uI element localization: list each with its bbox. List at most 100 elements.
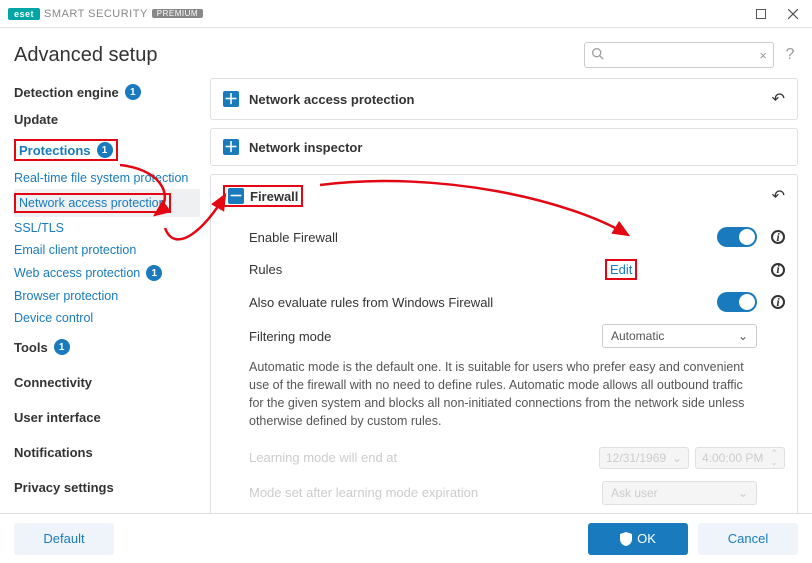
chevron-down-icon: ⌄: [738, 329, 748, 343]
cancel-button[interactable]: Cancel: [698, 523, 798, 555]
collapse-icon[interactable]: －: [228, 188, 244, 204]
logo-group: eset SMART SECURITY PREMIUM: [8, 8, 203, 20]
sidebar-item-label: Tools: [14, 340, 48, 355]
sidebar-item-label: Notifications: [14, 445, 93, 460]
sidebar-item-user-interface[interactable]: User interface: [14, 404, 200, 431]
content: ＋ Network access protection ↶ ＋ Network …: [200, 78, 812, 548]
premium-badge: PREMIUM: [152, 9, 203, 18]
page-header: Advanced setup × ?: [0, 28, 812, 78]
undo-icon[interactable]: ↶: [772, 89, 785, 109]
sidebar: Detection engine 1 Update Protections 1 …: [0, 78, 200, 548]
learning-end-date: 12/31/1969⌄: [599, 447, 689, 469]
row-label: Mode set after learning mode expiration: [223, 485, 478, 500]
chevron-down-icon: ⌄: [672, 451, 682, 465]
page-title: Advanced setup: [14, 44, 157, 67]
info-icon[interactable]: i: [771, 295, 785, 309]
sidebar-item-label: SSL/TLS: [14, 221, 64, 235]
sidebar-item-label: User interface: [14, 410, 101, 425]
titlebar: eset SMART SECURITY PREMIUM: [0, 0, 812, 28]
sidebar-item-label: Device control: [14, 311, 93, 325]
sidebar-item-realtime[interactable]: Real-time file system protection: [14, 167, 200, 189]
expand-icon[interactable]: ＋: [223, 139, 239, 155]
section-header[interactable]: － Firewall ↶: [211, 175, 797, 217]
ok-button[interactable]: OK: [588, 523, 688, 555]
search-clear-icon[interactable]: ×: [759, 48, 767, 63]
section-title: Network inspector: [249, 140, 362, 155]
sidebar-item-device-control[interactable]: Device control: [14, 307, 200, 329]
window-close-button[interactable]: [778, 3, 808, 25]
toggle-also-evaluate[interactable]: [717, 292, 757, 312]
info-icon[interactable]: i: [771, 230, 785, 244]
search-box[interactable]: ×: [584, 42, 774, 68]
sidebar-item-label: Email client protection: [14, 243, 136, 257]
section-firewall: － Firewall ↶ Enable Firewall i Rules: [210, 174, 798, 548]
learning-end-time: 4:00:00 PM⌃⌄: [695, 447, 785, 469]
product-name: SMART SECURITY: [44, 8, 148, 20]
sidebar-item-notifications[interactable]: Notifications: [14, 439, 200, 466]
sidebar-item-connectivity[interactable]: Connectivity: [14, 369, 200, 396]
expand-icon[interactable]: ＋: [223, 91, 239, 107]
edit-rules-link[interactable]: Edit: [610, 262, 632, 277]
header-right: × ?: [584, 42, 798, 68]
badge-count: 1: [125, 84, 141, 100]
section-header[interactable]: ＋ Network access protection ↶: [211, 79, 797, 119]
stepper-icon: ⌃⌄: [770, 449, 778, 467]
row-label: Learning mode will end at: [223, 450, 397, 465]
sidebar-item-detection-engine[interactable]: Detection engine 1: [14, 78, 200, 106]
help-icon[interactable]: ?: [782, 46, 798, 64]
sidebar-item-label: Network access protection: [19, 196, 166, 210]
section-network-inspector: ＋ Network inspector: [210, 128, 798, 166]
sidebar-item-label: Privacy settings: [14, 480, 114, 495]
sidebar-item-tools[interactable]: Tools 1: [14, 333, 200, 361]
section-title: Network access protection: [249, 92, 414, 107]
sidebar-item-label: Web access protection: [14, 266, 140, 280]
search-icon: [591, 47, 604, 63]
footer-left: Default: [14, 523, 114, 555]
badge-count: 1: [54, 339, 70, 355]
sidebar-item-browser[interactable]: Browser protection: [14, 285, 200, 307]
search-input[interactable]: [604, 48, 759, 62]
sidebar-item-label: Real-time file system protection: [14, 171, 188, 185]
filtering-mode-description: Automatic mode is the default one. It is…: [223, 354, 785, 441]
info-icon[interactable]: i: [771, 263, 785, 277]
row-enable-firewall: Enable Firewall i: [223, 221, 785, 253]
row-label: Filtering mode: [223, 329, 331, 344]
row-learning-end: Learning mode will end at 12/31/1969⌄ 4:…: [223, 441, 785, 475]
undo-icon[interactable]: ↶: [772, 186, 785, 206]
row-mode-after: Mode set after learning mode expiration …: [223, 475, 785, 511]
sidebar-item-email-client[interactable]: Email client protection: [14, 239, 200, 261]
shield-icon: [620, 532, 632, 546]
default-button[interactable]: Default: [14, 523, 114, 555]
row-filtering-mode: Filtering mode Automatic ⌄: [223, 318, 785, 354]
section-title: Firewall: [250, 189, 298, 204]
badge-count: 1: [97, 142, 113, 158]
sidebar-item-web-access[interactable]: Web access protection 1: [14, 261, 200, 285]
window-maximize-button[interactable]: [746, 3, 776, 25]
footer-right: OK Cancel: [588, 523, 798, 555]
toggle-enable-firewall[interactable]: [717, 227, 757, 247]
sidebar-item-label: Browser protection: [14, 289, 118, 303]
eset-logo: eset: [8, 8, 40, 20]
section-body: Enable Firewall i Rules Edit i Also eval…: [211, 217, 797, 548]
select-value: Ask user: [611, 486, 658, 500]
sidebar-item-update[interactable]: Update: [14, 106, 200, 133]
sidebar-item-network-access[interactable]: Network access protection: [14, 189, 200, 217]
ok-label: OK: [637, 531, 656, 546]
sidebar-item-label: Update: [14, 112, 58, 127]
sidebar-item-ssl-tls[interactable]: SSL/TLS: [14, 217, 200, 239]
select-value: Automatic: [611, 329, 664, 343]
filtering-mode-select[interactable]: Automatic ⌄: [602, 324, 757, 348]
body: Detection engine 1 Update Protections 1 …: [0, 78, 812, 548]
section-header[interactable]: ＋ Network inspector: [211, 129, 797, 165]
sidebar-item-privacy[interactable]: Privacy settings: [14, 474, 200, 501]
row-label: Also evaluate rules from Windows Firewal…: [223, 295, 493, 310]
sidebar-item-label: Detection engine: [14, 85, 119, 100]
window-controls: [746, 3, 808, 25]
mode-after-select: Ask user ⌄: [602, 481, 757, 505]
sidebar-item-label: Connectivity: [14, 375, 92, 390]
sidebar-item-protections[interactable]: Protections 1: [14, 133, 200, 167]
footer: Default OK Cancel: [0, 513, 812, 563]
section-network-access-protection: ＋ Network access protection ↶: [210, 78, 798, 120]
row-label: Enable Firewall: [223, 230, 338, 245]
badge-count: 1: [146, 265, 162, 281]
